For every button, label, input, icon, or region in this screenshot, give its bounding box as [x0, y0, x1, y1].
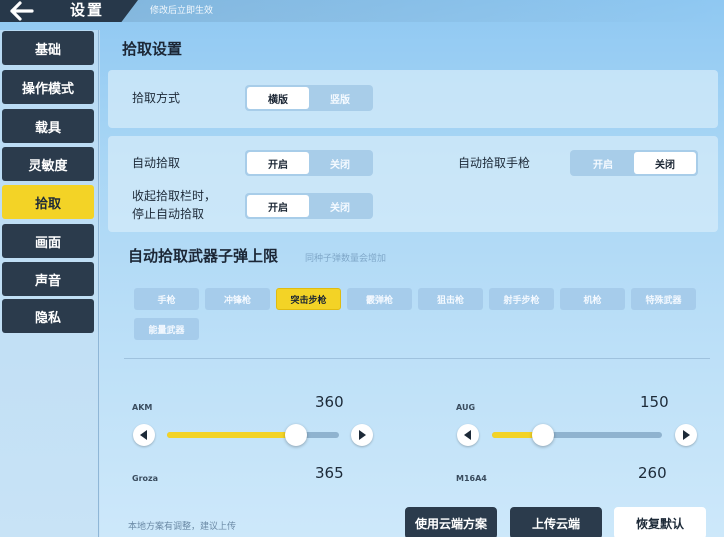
auto-pickup-pistol-off[interactable]: 关闭	[634, 152, 696, 174]
triangle-right-icon	[359, 430, 366, 440]
category-pistol[interactable]: 手枪	[134, 288, 199, 310]
pickup-mode-vertical[interactable]: 竖版	[309, 87, 371, 109]
gun-name-m16a4: M16A4	[456, 474, 487, 483]
sidebar-divider	[98, 30, 99, 537]
collapse-stop-on[interactable]: 开启	[247, 195, 309, 217]
category-smg[interactable]: 冲锋枪	[205, 288, 270, 310]
auto-pickup-pistol-toggle[interactable]: 开启 关闭	[570, 150, 698, 176]
ammo-limit-hint: 同种子弹数量会增加	[305, 254, 387, 264]
ammo-limit-title: 自动拾取武器子弹上限	[128, 247, 279, 265]
gun-name-akm: AKM	[132, 403, 153, 412]
auto-pickup-toggle[interactable]: 开启 关闭	[245, 150, 373, 176]
akm-slider-fill	[167, 432, 296, 438]
category-sniper[interactable]: 狙击枪	[418, 288, 483, 310]
sidebar-item-basic[interactable]: 基础	[2, 31, 94, 65]
sidebar-item-pickup[interactable]: 拾取	[2, 185, 94, 219]
gun-value-aug: 150	[640, 393, 669, 411]
sidebar-item-label: 声音	[34, 273, 61, 289]
akm-decrease-button[interactable]	[133, 424, 155, 446]
pickup-mode-horizontal[interactable]: 横版	[247, 87, 309, 109]
sidebar-item-label: 隐私	[34, 310, 61, 326]
sidebar-item-label: 操作模式	[21, 81, 74, 97]
pickup-settings-title: 拾取设置	[122, 40, 183, 58]
auto-pickup-pistol-label: 自动拾取手枪	[458, 156, 531, 170]
sidebar-item-label: 载具	[34, 120, 61, 136]
triangle-right-icon	[683, 430, 690, 440]
sidebar-item-label: 灵敏度	[28, 158, 68, 174]
collapse-stop-label-line1: 收起拾取栏时，	[132, 189, 217, 203]
restore-default-button[interactable]: 恢复默认	[614, 507, 706, 537]
aug-slider-knob[interactable]	[532, 424, 554, 446]
footer-hint: 本地方案有调整，建议上传	[128, 522, 237, 532]
gun-value-groza: 365	[315, 464, 344, 482]
category-shotgun[interactable]: 霰弹枪	[347, 288, 412, 310]
back-arrow-icon[interactable]	[8, 0, 36, 22]
category-machine-gun[interactable]: 机枪	[560, 288, 625, 310]
sidebar-item-label: 基础	[34, 42, 61, 58]
triangle-left-icon	[464, 430, 471, 440]
sidebar-item-label: 拾取	[34, 196, 61, 212]
category-special[interactable]: 特殊武器	[631, 288, 696, 310]
pickup-mode-label: 拾取方式	[132, 91, 181, 105]
sidebar-item-sensitivity[interactable]: 灵敏度	[2, 147, 94, 181]
page-title: 设置	[70, 1, 105, 19]
collapse-stop-label-line2: 停止自动拾取	[132, 207, 205, 221]
gun-value-m16a4: 260	[638, 464, 667, 482]
sidebar-item-control-mode[interactable]: 操作模式	[2, 70, 94, 104]
collapse-stop-toggle[interactable]: 开启 关闭	[245, 193, 373, 219]
akm-increase-button[interactable]	[351, 424, 373, 446]
gun-name-groza: Groza	[132, 474, 159, 483]
sidebar-item-vehicle[interactable]: 载具	[2, 109, 94, 143]
collapse-stop-off[interactable]: 关闭	[309, 195, 371, 217]
triangle-left-icon	[140, 430, 147, 440]
auto-pickup-off[interactable]: 关闭	[309, 152, 371, 174]
sidebar-item-sound[interactable]: 声音	[2, 262, 94, 296]
akm-slider-knob[interactable]	[285, 424, 307, 446]
auto-pickup-on[interactable]: 开启	[247, 152, 309, 174]
auto-pickup-label: 自动拾取	[132, 156, 181, 170]
auto-pickup-pistol-on[interactable]: 开启	[572, 152, 634, 174]
section-divider	[124, 358, 710, 359]
sidebar-item-privacy[interactable]: 隐私	[2, 299, 94, 333]
upload-cloud-button[interactable]: 上传云端	[510, 507, 602, 537]
top-hint: 修改后立即生效	[150, 6, 214, 16]
category-marksman[interactable]: 射手步枪	[489, 288, 554, 310]
pickup-mode-panel	[108, 70, 718, 128]
use-cloud-button[interactable]: 使用云端方案	[405, 507, 497, 537]
akm-slider[interactable]	[167, 424, 339, 446]
sidebar-item-graphics[interactable]: 画面	[2, 224, 94, 258]
gun-name-aug: AUG	[456, 403, 476, 412]
sidebar-item-label: 画面	[34, 235, 61, 251]
aug-decrease-button[interactable]	[457, 424, 479, 446]
pickup-mode-toggle[interactable]: 横版 竖版	[245, 85, 373, 111]
gun-value-akm: 360	[315, 393, 344, 411]
category-assault-rifle[interactable]: 突击步枪	[276, 288, 341, 310]
aug-increase-button[interactable]	[675, 424, 697, 446]
category-energy[interactable]: 能量武器	[134, 318, 199, 340]
aug-slider[interactable]	[492, 424, 662, 446]
